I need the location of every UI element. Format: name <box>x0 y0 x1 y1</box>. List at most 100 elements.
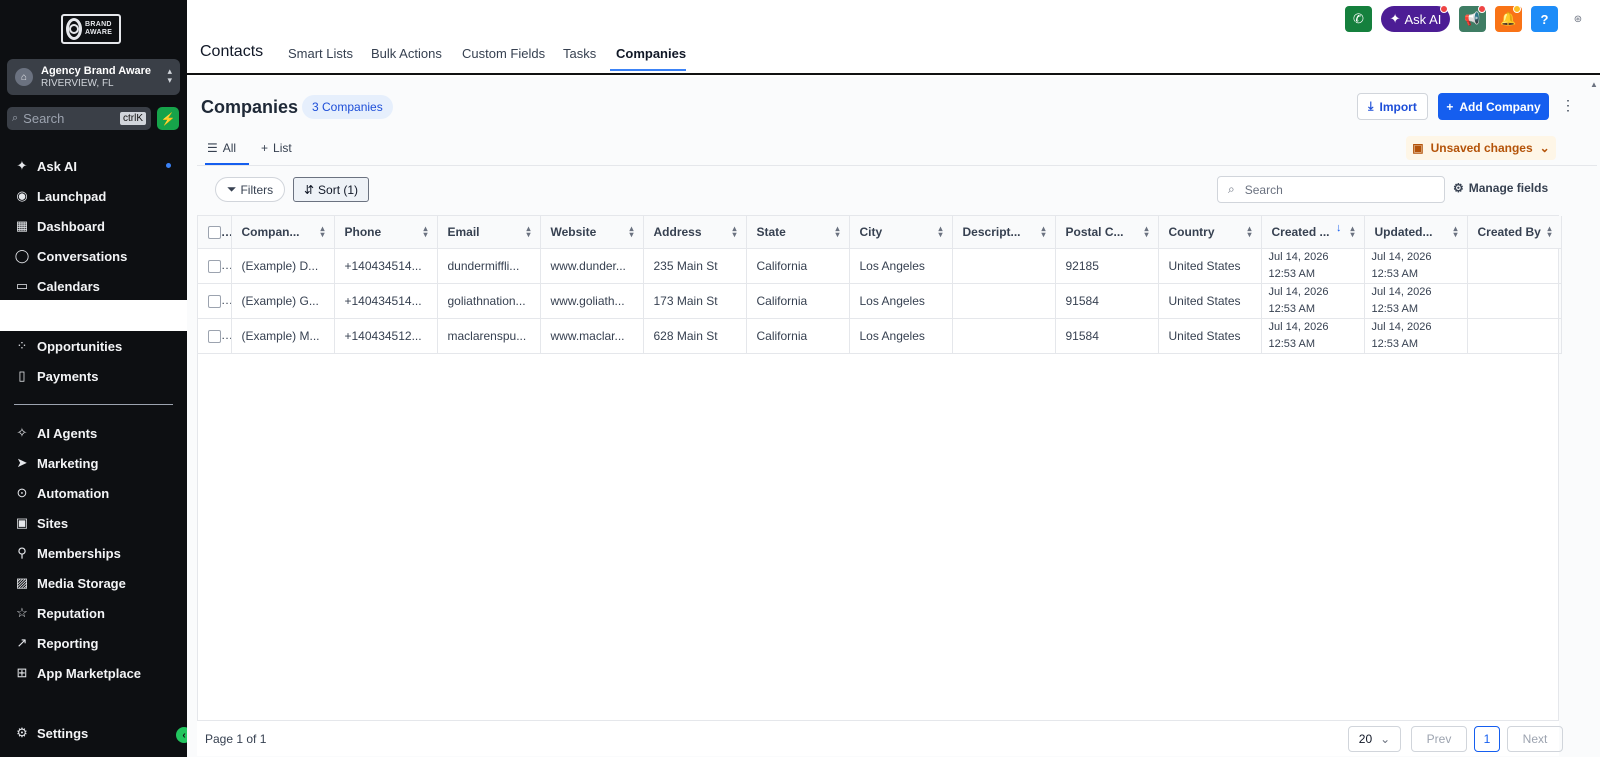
sidebar-item-label: Calendars <box>37 278 100 294</box>
phone-button[interactable]: ✆ <box>1345 6 1372 32</box>
column-header[interactable]: Website ▴ ▾ <box>540 216 644 249</box>
brand-logo[interactable]: BRAND AWARE <box>61 14 121 44</box>
tab-companies[interactable]: Companies <box>616 46 686 61</box>
sidebar-item-settings[interactable]: ⚙ Settings <box>14 722 88 744</box>
sort-descending-icon[interactable]: ↓ <box>1336 223 1342 234</box>
sort-toggle-icon[interactable]: ▴ ▾ <box>1547 225 1551 239</box>
created-time: 12:53 AM <box>1268 267 1315 280</box>
table-row[interactable]: (Example) M... +140434512... maclarenspu..… <box>198 318 1562 354</box>
cell-company[interactable]: (Example) D... <box>231 248 335 284</box>
import-button[interactable]: ⤓ Import <box>1357 93 1428 120</box>
cell-postal: 91584 <box>1055 283 1159 319</box>
column-header[interactable]: Address ▴ ▾ <box>643 216 747 249</box>
sidebar-item-ask-ai[interactable]: ✦ Ask AI <box>14 155 77 177</box>
column-header-label: City <box>859 224 883 239</box>
filters-button[interactable]: ⏷ Filters <box>215 177 285 202</box>
sidebar-item-sites[interactable]: ▣ Sites <box>14 512 68 534</box>
cell-city: Los Angeles <box>849 283 953 319</box>
add-company-button[interactable]: + Add Company <box>1438 93 1549 120</box>
sort-toggle-icon[interactable]: ▴ ▾ <box>629 225 633 239</box>
column-header[interactable]: Email ▴ ▾ <box>437 216 541 249</box>
prev-page-button[interactable]: Prev <box>1411 726 1467 752</box>
select-all-checkbox[interactable] <box>208 225 221 239</box>
sidebar-item-launchpad[interactable]: ◉ Launchpad <box>14 185 106 207</box>
sidebar-item-calendars[interactable]: ▭ Calendars <box>14 275 100 297</box>
sidebar-item-media-storage[interactable]: ▨ Media Storage <box>14 572 126 594</box>
tab-tasks[interactable]: Tasks <box>563 46 596 61</box>
table-row[interactable]: (Example) D... +140434514... dundermiffli.… <box>198 248 1562 284</box>
sort-toggle-icon[interactable]: ▴ ▾ <box>1144 225 1148 239</box>
send-icon: ➤ <box>16 455 28 470</box>
sort-button[interactable]: ⇵ Sort (1) <box>293 177 369 202</box>
column-header[interactable]: State ▴ ▾ <box>746 216 850 249</box>
view-tab-all[interactable]: ☰ All <box>207 141 236 155</box>
row-checkbox[interactable] <box>208 294 221 308</box>
page-size-select[interactable]: 20 ⌄ <box>1348 726 1401 752</box>
row-checkbox[interactable] <box>208 329 221 343</box>
count-badge: 3 Companies <box>302 95 393 119</box>
current-page-button[interactable]: 1 <box>1474 726 1500 752</box>
search-icon: ⌕ <box>12 112 19 124</box>
account-switcher[interactable]: ⌂ Agency Brand Aware RIVERVIEW, FL ▴ ▾ <box>7 59 180 95</box>
page-title: Companies <box>201 97 299 117</box>
sites-icon: ▣ <box>15 515 29 530</box>
quick-actions-button[interactable]: ⚡ <box>157 107 179 130</box>
sidebar-item-dashboard[interactable]: ▦ Dashboard <box>14 215 105 237</box>
sidebar-item-payments[interactable]: ▯ Payments <box>14 365 98 387</box>
column-header[interactable]: City ▴ ▾ <box>849 216 953 249</box>
sidebar-item-marketing[interactable]: ➤ Marketing <box>14 452 99 474</box>
sort-toggle-icon[interactable]: ▴ ▾ <box>526 225 530 239</box>
sort-toggle-icon[interactable]: ▴ ▾ <box>938 225 942 239</box>
scroll-up-arrow-icon[interactable]: ▲ <box>1590 80 1598 89</box>
column-header[interactable]: Created By ▴ ▾ <box>1467 216 1562 249</box>
sort-toggle-icon[interactable]: ▴ ▾ <box>1247 225 1251 239</box>
sidebar-item-reporting[interactable]: ↗ Reporting <box>14 632 99 654</box>
row-checkbox[interactable] <box>208 259 221 273</box>
chat-icon: ◯ <box>14 248 30 263</box>
tab-custom-fields[interactable]: Custom Fields <box>462 46 545 61</box>
sidebar-item-label: Opportunities <box>37 338 123 354</box>
sidebar-item-app-marketplace[interactable]: ⊞ App Marketplace <box>14 662 142 684</box>
image-icon: ▨ <box>15 575 29 590</box>
tab-bulk-actions[interactable]: Bulk Actions <box>371 46 442 61</box>
column-header[interactable]: Updated... ▴ ▾ <box>1364 216 1468 249</box>
cell-country: United States <box>1158 318 1262 354</box>
sort-toggle-icon[interactable]: ▴ ▾ <box>423 225 427 239</box>
account-avatar-icon: ⌂ <box>15 68 33 86</box>
sort-toggle-icon[interactable]: ▴ ▾ <box>1350 225 1354 239</box>
table-row[interactable]: (Example) G... +140434514... goliathnation… <box>198 283 1562 319</box>
sidebar-item-label: App Marketplace <box>37 665 142 681</box>
sort-toggle-icon[interactable]: ▴ ▾ <box>1453 225 1457 239</box>
sort-toggle-icon[interactable]: ▴ ▾ <box>320 225 324 239</box>
column-header[interactable]: Created ... ↓ ▴ ▾ <box>1261 216 1365 249</box>
sort-toggle-icon[interactable]: ▴ ▾ <box>1041 225 1045 239</box>
more-options-icon[interactable]: ⋮ <box>1561 97 1575 114</box>
sidebar-item-ai-agents[interactable]: ✧ AI Agents <box>14 422 98 444</box>
sort-toggle-icon[interactable]: ▴ ▾ <box>732 225 736 239</box>
sidebar-item-memberships[interactable]: ⚲ Memberships <box>14 542 121 564</box>
sidebar-item-conversations[interactable]: ◯ Conversations <box>14 245 128 267</box>
column-header[interactable]: Compan... ▴ ▾ <box>231 216 335 249</box>
column-header[interactable]: Postal C... ▴ ▾ <box>1055 216 1159 249</box>
unsaved-changes-button[interactable]: ▣ Unsaved changes ⌄ <box>1406 136 1556 160</box>
sort-toggle-icon[interactable]: ▴ ▾ <box>835 225 839 239</box>
help-button[interactable]: ? <box>1531 6 1558 32</box>
manage-fields-button[interactable]: ⚙ Manage fields <box>1453 181 1548 195</box>
sidebar-item-reputation[interactable]: ☆ Reputation <box>14 602 105 624</box>
ask-ai-notification-dot <box>1440 5 1448 13</box>
cell-company[interactable]: (Example) M... <box>231 318 335 354</box>
cell-company[interactable]: (Example) G... <box>231 283 335 319</box>
sidebar-item-opportunities[interactable]: ⁘ Opportunities <box>14 335 123 357</box>
next-page-button[interactable]: Next <box>1507 726 1563 752</box>
tab-smart-lists[interactable]: Smart Lists <box>288 46 353 61</box>
table-search-input[interactable]: ⌕ Search <box>1217 176 1445 203</box>
user-avatar-icon[interactable]: ⊛ <box>1566 6 1590 32</box>
sidebar-item-automation[interactable]: ⊙ Automation <box>14 482 110 504</box>
view-tab-add-list[interactable]: + List <box>261 141 292 155</box>
column-header[interactable]: Country ▴ ▾ <box>1158 216 1262 249</box>
column-header[interactable]: Phone ▴ ▾ <box>334 216 438 249</box>
star-icon: ☆ <box>16 605 28 620</box>
search-placeholder: Search <box>1244 182 1283 197</box>
sidebar-search-input[interactable]: ⌕ Search ctrlK <box>7 107 151 130</box>
column-header[interactable]: Descript... ▴ ▾ <box>952 216 1056 249</box>
